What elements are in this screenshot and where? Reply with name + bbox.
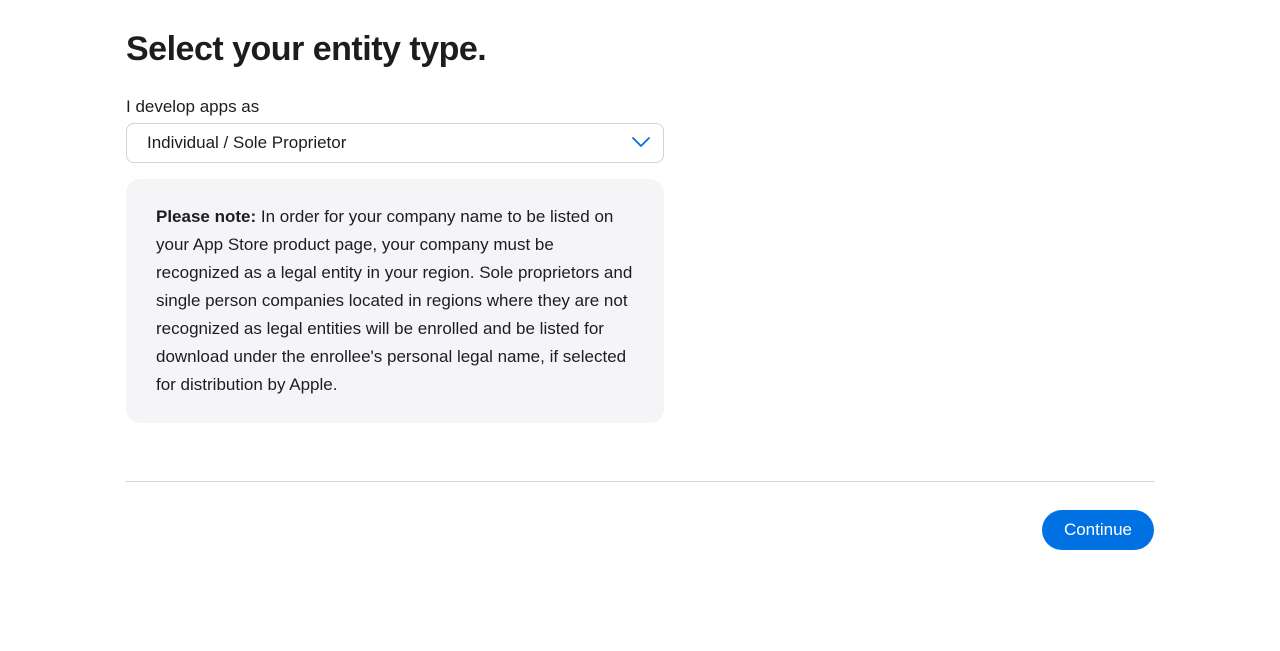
entity-type-selected-value: Individual / Sole Proprietor: [147, 133, 346, 153]
entity-type-label: I develop apps as: [126, 97, 1154, 117]
note-body: In order for your company name to be lis…: [156, 207, 632, 394]
entity-type-select-wrapper: Individual / Sole Proprietor: [126, 123, 664, 163]
note-card: Please note: In order for your company n…: [126, 179, 664, 423]
entity-type-select[interactable]: Individual / Sole Proprietor: [126, 123, 664, 163]
page-container: Select your entity type. I develop apps …: [0, 0, 1280, 550]
note-prefix: Please note:: [156, 207, 256, 226]
divider: [126, 481, 1154, 482]
note-text: Please note: In order for your company n…: [156, 203, 634, 399]
page-title: Select your entity type.: [126, 30, 1154, 69]
continue-button[interactable]: Continue: [1042, 510, 1154, 550]
footer-actions: Continue: [126, 510, 1154, 550]
